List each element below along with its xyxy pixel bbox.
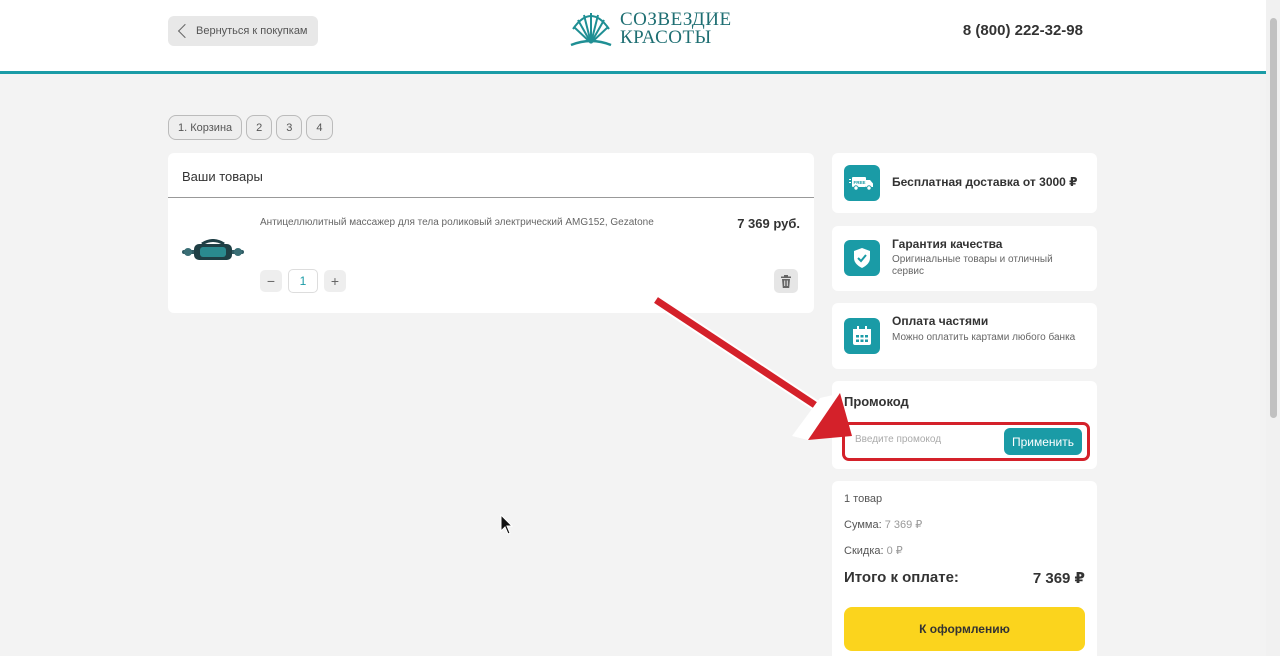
- discount-label: Скидка:: [844, 545, 884, 557]
- qty-plus-button[interactable]: +: [324, 270, 346, 292]
- checkout-button[interactable]: К оформлению: [844, 607, 1085, 651]
- info-free-delivery: FREE Бесплатная доставка от 3000 ₽: [832, 153, 1097, 213]
- cart-panel: Ваши товары Антицеллюлитный массажер для…: [168, 153, 814, 313]
- chevron-left-icon: [177, 23, 193, 39]
- step-cart[interactable]: 1. Корзина: [168, 115, 243, 140]
- info-installment-payment: Оплата частями Можно оплатить картами лю…: [832, 303, 1097, 369]
- promo-highlight-box: Введите промокод Применить: [842, 422, 1090, 461]
- discount-value: 0 ₽: [886, 545, 903, 557]
- total-label: Итого к оплате:: [844, 569, 959, 586]
- phone-number[interactable]: 8 (800) 222-32-98: [963, 22, 1083, 39]
- quality-guarantee-title: Гарантия качества: [892, 237, 1003, 251]
- page-scrollbar[interactable]: [1266, 0, 1280, 656]
- installment-subtitle: Можно оплатить картами любого банка: [892, 332, 1076, 343]
- back-button-label: Вернуться к покупкам: [196, 25, 308, 37]
- quality-guarantee-subtitle: Оригинальные товары и отличный сервис: [892, 254, 1053, 277]
- sum-label: Сумма:: [844, 519, 882, 531]
- product-price: 7 369 руб.: [737, 216, 800, 231]
- scrollbar-thumb[interactable]: [1270, 18, 1277, 418]
- step-4[interactable]: 4: [306, 115, 333, 140]
- delivery-free-badge: FREE: [854, 180, 866, 185]
- site-logo[interactable]: СОЗВЕЗДИЕ КРАСОТЫ: [568, 9, 732, 49]
- qty-minus-button[interactable]: −: [260, 270, 282, 292]
- promo-title: Промокод: [844, 394, 909, 409]
- step-2[interactable]: 2: [246, 115, 273, 140]
- shell-logo-icon: [570, 13, 612, 47]
- calendar-icon: [844, 318, 880, 354]
- trash-icon: [781, 274, 791, 288]
- logo-text: СОЗВЕЗДИЕ КРАСОТЫ: [620, 10, 732, 48]
- back-to-shopping-button[interactable]: Вернуться к покупкам: [168, 16, 318, 46]
- delivery-truck-icon: FREE: [844, 165, 880, 201]
- free-delivery-title: Бесплатная доставка от 3000 ₽: [892, 175, 1078, 189]
- logo-line-2: КРАСОТЫ: [620, 27, 712, 48]
- site-header: Вернуться к покупкам СОЗВЕЗДИЕ КРАСОТЫ 8…: [0, 0, 1266, 74]
- shield-check-icon: [844, 240, 880, 276]
- qty-input[interactable]: 1: [288, 269, 318, 293]
- mouse-cursor-icon: [500, 514, 514, 535]
- apply-promo-button[interactable]: Применить: [1003, 428, 1082, 455]
- cart-title: Ваши товары: [168, 153, 814, 198]
- items-count: 1 товар: [844, 493, 883, 505]
- product-image[interactable]: [182, 239, 244, 265]
- sum-value: 7 369 ₽: [884, 519, 923, 531]
- sum-row: Сумма: 7 369 ₽: [844, 518, 922, 531]
- product-name[interactable]: Антицеллюлитный массажер для тела ролико…: [260, 217, 654, 228]
- info-quality-guarantee: Гарантия качества Оригинальные товары и …: [832, 226, 1097, 291]
- delete-item-button[interactable]: [774, 269, 798, 293]
- step-3[interactable]: 3: [276, 115, 303, 140]
- promo-code-input[interactable]: Введите промокод: [855, 434, 941, 445]
- quantity-stepper: − 1 +: [260, 269, 346, 293]
- installment-title: Оплата частями: [892, 314, 989, 328]
- discount-row: Скидка: 0 ₽: [844, 544, 903, 557]
- promo-code-panel: Промокод Введите промокод Применить: [832, 381, 1097, 469]
- order-summary: 1 товар Сумма: 7 369 ₽ Скидка: 0 ₽ Итого…: [832, 481, 1097, 656]
- checkout-steps: 1. Корзина 2 3 4: [168, 115, 333, 140]
- total-value: 7 369 ₽: [1032, 570, 1085, 587]
